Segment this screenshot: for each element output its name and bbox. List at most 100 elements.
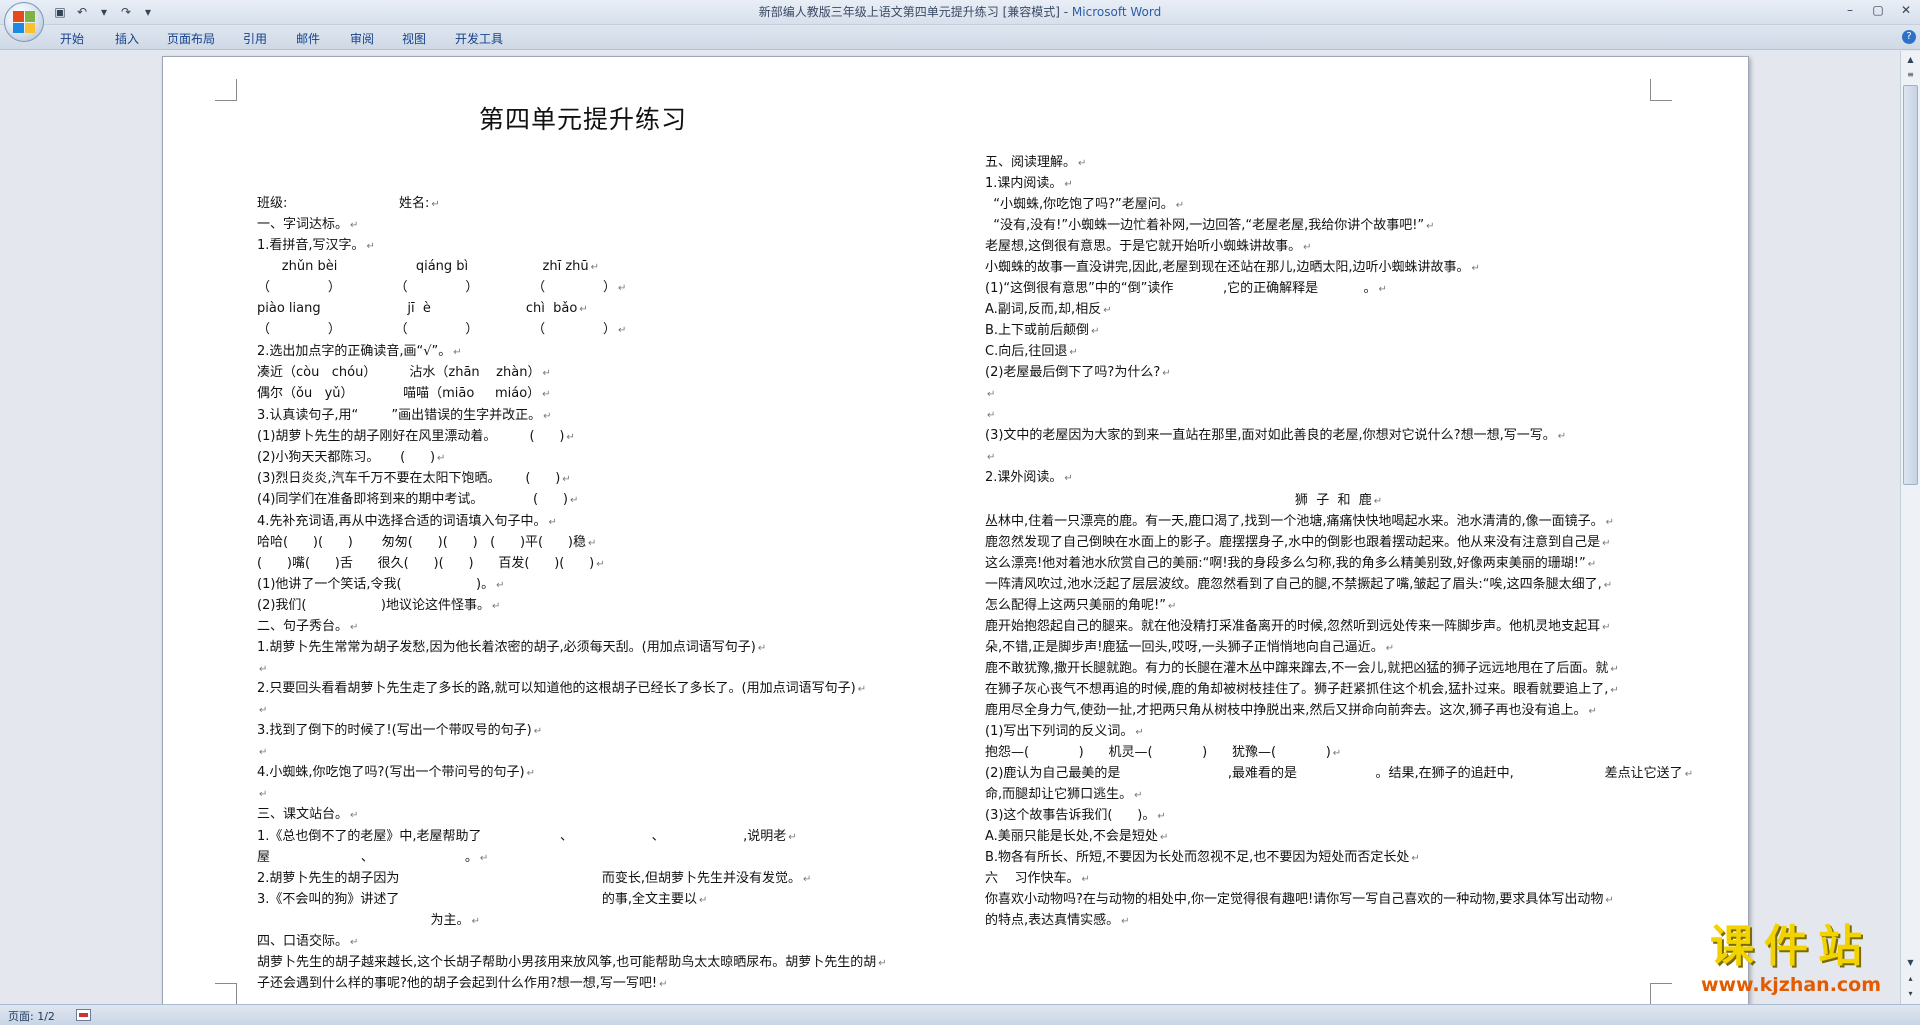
paragraph-mark-icon: ↵ — [590, 262, 600, 273]
document-line: (2)鹿认为自己最美的是 ,最难看的是 。结果,在狮子的追赶中, 差点让它送了 ↵ — [985, 764, 1693, 784]
document-line: ↵ — [257, 659, 267, 679]
window-title-app: Microsoft Word — [1071, 5, 1162, 19]
help-icon[interactable]: ? — [1902, 30, 1916, 44]
paragraph-mark-icon: ↵ — [259, 705, 268, 716]
paragraph-mark-icon: ↵ — [1385, 643, 1395, 654]
tab-home[interactable]: 开始 — [60, 30, 84, 47]
document-line-text: 狮 子 和 鹿 — [985, 493, 1372, 508]
document-line-text: A.副词,反而,却,相反 — [985, 302, 1102, 317]
document-line: 丛林中,住着一只漂亮的鹿。有一天,鹿口渴了,找到一个池塘,痛痛快快地喝起水来。池… — [985, 512, 1614, 532]
document-line-text: zhǔn bèi qiáng bì zhī zhū — [257, 259, 589, 274]
document-line: 三、课文站台。 ↵ — [257, 805, 358, 825]
document-line-text: 鹿用尽全身力气,使劲一扯,才把两只角从树枝中挣脱出来,然后又拼命向前奔去。这次,… — [985, 703, 1587, 718]
document-line: C.向后,往回退 ↵ — [985, 342, 1078, 362]
document-line-text: (3)文中的老屋因为大家的到来一直站在那里,面对如此善良的老屋,你想对它说什么?… — [985, 428, 1556, 443]
document-line: 小蜘蛛的故事一直没讲完,因此,老屋到现在还站在那儿,边晒太阳,边听小蜘蛛讲故事。… — [985, 258, 1480, 278]
paragraph-mark-icon: ↵ — [803, 874, 812, 885]
page-count[interactable]: 页面: 1/2 — [8, 1008, 55, 1024]
document-line-text: (4)同学们在准备即将到来的期中考试。 ( ) — [257, 492, 568, 507]
document-page[interactable]: 第四单元提升练习 班级: 姓名: ↵ 一、字词达标。 ↵ 1.看拼音,写汉字。 ↵ zhǔ… — [162, 56, 1749, 1014]
paragraph-mark-icon: ↵ — [1069, 347, 1078, 358]
minimize-icon[interactable]: – — [1836, 0, 1864, 20]
paragraph-mark-icon: ↵ — [1378, 284, 1387, 295]
document-line: 3.认真读句子,用“ ”画出错误的生字并改正。 ↵ — [257, 406, 551, 426]
paragraph-mark-icon: ↵ — [1162, 368, 1171, 379]
document-line-text: 鹿开始抱怨起自己的腿来。就在他没精打采准备离开的时候,忽然听到远处传来一阵脚步声… — [985, 619, 1601, 634]
document-line-text: 二、句子秀台。 — [257, 619, 349, 634]
tab-insert[interactable]: 插入 — [115, 30, 139, 47]
paragraph-mark-icon: ↵ — [1134, 790, 1143, 801]
paragraph-mark-icon: ↵ — [1588, 706, 1597, 717]
document-line-text: B.上下或前后颠倒 — [985, 323, 1090, 338]
redo-icon[interactable]: ↷ — [118, 4, 134, 20]
paragraph-mark-icon: ↵ — [1332, 748, 1342, 759]
paragraph-mark-icon: ↵ — [533, 726, 543, 737]
paragraph-mark-icon: ↵ — [1078, 158, 1087, 169]
document-line: 1.看拼音,写汉字。 ↵ — [257, 236, 375, 256]
paragraph-mark-icon: ↵ — [1602, 622, 1611, 633]
proofing-status-icon[interactable] — [76, 1009, 91, 1021]
dropdown-arrow-icon[interactable]: ▾ — [96, 4, 112, 20]
document-line: 凑近（còu chóu） 沾水（zhān zhàn） ↵ — [257, 363, 551, 383]
paragraph-mark-icon: ↵ — [1167, 601, 1177, 612]
customize-toolbar-icon[interactable]: ▾ — [140, 4, 156, 20]
paragraph-mark-icon: ↵ — [1175, 200, 1185, 211]
document-line-text: 1.《总也倒不了的老屋》中,老屋帮助了 、 、 ,说明老 — [257, 829, 787, 844]
paragraph-mark-icon: ↵ — [491, 601, 501, 612]
document-line-text: C.向后,往回退 — [985, 344, 1068, 359]
document-line: 命,而腿却让它狮口逃生。 ↵ — [985, 785, 1143, 805]
document-line: (1)“这倒很有意思”中的“倒”读作 ,它的正确解释是 。 ↵ — [985, 279, 1387, 299]
document-line: 鹿用尽全身力气,使劲一扯,才把两只角从树枝中挣脱出来,然后又拼命向前奔去。这次,… — [985, 701, 1597, 721]
save-icon[interactable]: ▣ — [52, 4, 68, 20]
document-line: (1)他讲了一个笑话,令我( )。 ↵ — [257, 575, 504, 595]
ruler-toggle-icon[interactable]: ≡ — [1903, 68, 1918, 82]
tab-developer[interactable]: 开发工具 — [455, 30, 503, 47]
tab-view[interactable]: 视图 — [402, 30, 426, 47]
document-line-text: （ ） （ ） （ ） — [257, 280, 616, 295]
undo-icon[interactable]: ↶ — [74, 4, 90, 20]
tab-review[interactable]: 审阅 — [350, 30, 374, 47]
document-line-text: 4.小蜘蛛,你吃饱了吗?(写出一个带问号的句子) — [257, 765, 525, 780]
document-line: 怎么配得上这两只美丽的角呢!” ↵ — [985, 596, 1176, 616]
document-line: 狮 子 和 鹿 ↵ — [985, 491, 1382, 511]
document-line-text: (3)这个故事告诉我们( )。 — [985, 808, 1156, 823]
document-line: （ ） （ ） （ ） ↵ — [257, 278, 626, 298]
document-line: ↵ — [985, 384, 995, 404]
document-line: “没有,没有!”小蜘蛛一边忙着补网,一边回答,“老屋老屋,我给你讲个故事吧!” ↵ — [985, 216, 1434, 236]
paragraph-mark-icon: ↵ — [542, 368, 551, 379]
document-line-text: 小蜘蛛的故事一直没讲完,因此,老屋到现在还站在那儿,边晒太阳,边听小蜘蛛讲故事。 — [985, 260, 1470, 275]
document-line-text: “没有,没有!”小蜘蛛一边忙着补网,一边回答,“老屋老屋,我给你讲个故事吧!” — [985, 218, 1425, 233]
vertical-scrollbar[interactable]: ▲ ≡ ▼ ▴ ▾ — [1900, 51, 1920, 1004]
document-line: zhǔn bèi qiáng bì zhī zhū ↵ — [257, 257, 599, 277]
paragraph-mark-icon: ↵ — [350, 810, 359, 821]
tab-page-layout[interactable]: 页面布局 — [167, 30, 215, 47]
paragraph-mark-icon: ↵ — [1157, 811, 1166, 822]
paragraph-mark-icon: ↵ — [1103, 305, 1112, 316]
close-icon[interactable]: ✕ — [1892, 0, 1920, 20]
tab-mailings[interactable]: 邮件 — [296, 30, 320, 47]
scroll-up-icon[interactable]: ▲ — [1903, 53, 1918, 67]
document-line: (4)同学们在准备即将到来的期中考试。 ( ) ↵ — [257, 490, 578, 510]
document-line: ↵ — [257, 742, 267, 762]
paragraph-mark-icon: ↵ — [1135, 727, 1144, 738]
tab-references[interactable]: 引用 — [243, 30, 267, 47]
paragraph-mark-icon: ↵ — [618, 283, 627, 294]
document-line: 鹿忽然发现了自己倒映在水面上的影子。鹿摆摆身子,水中的倒影也跟着摆动起来。他从来… — [985, 533, 1611, 553]
ribbon-tab-bar: 开始 插入 页面布局 引用 邮件 审阅 视图 开发工具 ? — [0, 25, 1920, 50]
document-line: （ ） （ ） （ ） ↵ — [257, 320, 626, 340]
paragraph-mark-icon: ↵ — [1121, 916, 1130, 927]
maximize-icon[interactable]: ▢ — [1864, 0, 1892, 20]
scrollbar-thumb[interactable] — [1903, 85, 1918, 485]
document-line: 一、字词达标。 ↵ — [257, 215, 358, 235]
paragraph-mark-icon: ↵ — [1557, 431, 1567, 442]
document-line-text: 4.先补充词语,再从中选择合适的词语填入句子中。 — [257, 514, 547, 529]
paragraph-mark-icon: ↵ — [587, 538, 597, 549]
title-bar: 新部编人教版三年级上语文第四单元提升练习 [兼容模式] - Microsoft … — [0, 0, 1920, 25]
document-line: 六 习作快车。 ↵ — [985, 869, 1090, 889]
crop-mark-bottom-left — [215, 983, 237, 1005]
office-button[interactable] — [4, 2, 44, 42]
paragraph-mark-icon: ↵ — [987, 452, 996, 463]
document-line-text: (1)他讲了一个笑话,令我( )。 — [257, 577, 495, 592]
document-line: 胡萝卜先生的胡子越来越长,这个长胡子帮助小男孩用来放风筝,也可能帮助鸟太太晾晒尿… — [257, 953, 887, 973]
document-line-text: “小蜘蛛,你吃饱了吗?”老屋问。 — [985, 197, 1174, 212]
